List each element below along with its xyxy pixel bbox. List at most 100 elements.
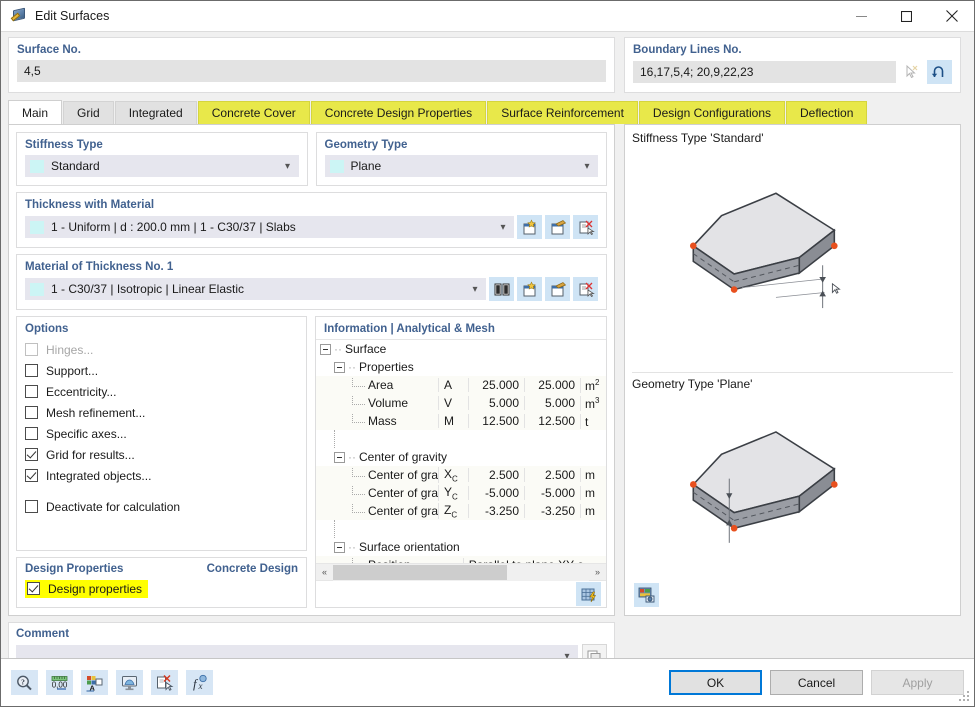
- row-value-1: 5.000: [468, 396, 524, 410]
- view-settings-icon[interactable]: [116, 670, 143, 695]
- options-group: Options Hinges... Support...: [16, 316, 307, 551]
- reverse-orientation-icon[interactable]: [927, 60, 952, 84]
- collapse-icon[interactable]: [334, 362, 345, 373]
- formula-parameters-icon[interactable]: f x: [186, 670, 213, 695]
- tab-main[interactable]: Main: [8, 100, 62, 124]
- row-unit: m: [585, 486, 595, 500]
- tree-group-center-of-gravity[interactable]: ·· Center of gravity: [316, 448, 606, 466]
- edit-material-icon[interactable]: [545, 277, 570, 301]
- new-thickness-icon[interactable]: [517, 215, 542, 239]
- material-value: 1 - C30/37 | Isotropic | Linear Elastic: [51, 282, 467, 296]
- dialog-footer: ? 0,00: [1, 658, 974, 706]
- chevron-down-icon: ▾: [280, 161, 296, 172]
- surface-no-input[interactable]: 4,5: [17, 60, 606, 82]
- option-deactivate-for-calculation[interactable]: Deactivate for calculation: [25, 496, 298, 517]
- boundary-lines-input[interactable]: 16,17,5,4; 20,9,22,23: [633, 61, 896, 83]
- table-row[interactable]: Center of gravity XC 2.500 2.500 m: [316, 466, 606, 484]
- row-value-1: -5.000: [468, 486, 524, 500]
- options-info-row: Options Hinges... Support...: [16, 316, 607, 608]
- edit-thickness-icon[interactable]: [545, 215, 570, 239]
- row-value-2: 25.000: [524, 378, 580, 392]
- cancel-button[interactable]: Cancel: [770, 670, 863, 695]
- information-label: Information | Analytical & Mesh: [316, 317, 606, 339]
- comment-label: Comment: [16, 628, 607, 640]
- scroll-right-arrow-icon[interactable]: »: [589, 564, 606, 581]
- option-hinges[interactable]: Hinges...: [25, 339, 298, 360]
- row-symbol: A: [444, 378, 452, 392]
- tree-group-properties[interactable]: ·· Properties: [316, 358, 606, 376]
- maximize-button[interactable]: [884, 1, 929, 32]
- pick-boundary-lines-icon[interactable]: [899, 60, 924, 84]
- option-mesh-refinement[interactable]: Mesh refinement...: [25, 402, 298, 423]
- row-value-1: 12.500: [468, 414, 524, 428]
- tree-group-surface[interactable]: ·· Surface: [316, 340, 606, 358]
- concrete-design-label: Concrete Design: [207, 563, 298, 575]
- top-fields-row: Surface No. 4,5 Boundary Lines No. 16,17…: [1, 32, 974, 93]
- close-button[interactable]: [929, 1, 974, 32]
- scrollbar-track[interactable]: [333, 564, 589, 581]
- row-unit: m: [585, 468, 595, 482]
- render-settings-button[interactable]: [634, 583, 659, 607]
- geometry-type-group: Geometry Type Plane ▾: [316, 132, 608, 186]
- render-settings-icon[interactable]: [634, 583, 659, 607]
- delete-thickness-icon[interactable]: [573, 215, 598, 239]
- table-row[interactable]: Center of gravity YC -5.000 -5.000 m: [316, 484, 606, 502]
- information-horizontal-scrollbar[interactable]: « »: [316, 563, 606, 580]
- delete-material-icon[interactable]: [573, 277, 598, 301]
- information-group: Information | Analytical & Mesh ·· Surfa…: [315, 316, 607, 608]
- table-row[interactable]: Center of gravity ZC -3.250 -3.250 m: [316, 502, 606, 520]
- scroll-left-arrow-icon[interactable]: «: [316, 564, 333, 581]
- option-grid-for-results[interactable]: Grid for results...: [25, 444, 298, 465]
- minimize-button[interactable]: [839, 1, 884, 32]
- ok-button[interactable]: OK: [669, 670, 762, 695]
- tab-concrete-design-properties[interactable]: Concrete Design Properties: [311, 101, 486, 124]
- tab-grid[interactable]: Grid: [63, 101, 114, 124]
- info-table-icon[interactable]: [576, 582, 601, 606]
- help-search-icon[interactable]: ?: [11, 670, 38, 695]
- option-specific-axes[interactable]: Specific axes...: [25, 423, 298, 444]
- stiffness-type-select[interactable]: Standard ▾: [25, 155, 299, 177]
- thickness-select[interactable]: 1 - Uniform | d : 200.0 mm | 1 - C30/37 …: [25, 216, 514, 238]
- resize-grip[interactable]: [959, 691, 971, 703]
- table-row[interactable]: Mass M 12.500 12.500 t: [316, 412, 606, 430]
- row-unit: m: [585, 379, 595, 393]
- display-properties-icon[interactable]: A: [81, 670, 108, 695]
- collapse-icon[interactable]: [334, 542, 345, 553]
- collapse-icon[interactable]: [334, 452, 345, 463]
- tab-deflection[interactable]: Deflection: [786, 101, 867, 124]
- tab-design-configurations[interactable]: Design Configurations: [639, 101, 785, 124]
- dialog-content: Surface No. 4,5 Boundary Lines No. 16,17…: [1, 32, 974, 706]
- window-controls: [839, 1, 974, 32]
- tree-label: Properties: [359, 360, 414, 374]
- option-eccentricity[interactable]: Eccentricity...: [25, 381, 298, 402]
- tree-group-surface-orientation[interactable]: ·· Surface orientation: [316, 538, 606, 556]
- preview-canvas[interactable]: [632, 393, 953, 609]
- table-row[interactable]: Area A 25.000 25.000 m2: [316, 376, 606, 394]
- units-decimals-icon[interactable]: 0,00: [46, 670, 73, 695]
- option-label: Deactivate for calculation: [46, 500, 180, 514]
- geometry-type-label: Geometry Type: [325, 139, 599, 151]
- tab-integrated[interactable]: Integrated: [115, 101, 197, 124]
- stiffness-type-label: Stiffness Type: [25, 139, 299, 151]
- design-properties-checkbox-row[interactable]: Design properties: [25, 578, 298, 599]
- option-support[interactable]: Support...: [25, 360, 298, 381]
- information-tree[interactable]: ·· Surface ·· Properties: [316, 339, 606, 563]
- tab-surface-reinforcement[interactable]: Surface Reinforcement: [487, 101, 638, 124]
- delete-object-icon[interactable]: [151, 670, 178, 695]
- tree-blank-row: [316, 520, 606, 538]
- option-integrated-objects[interactable]: Integrated objects...: [25, 465, 298, 486]
- geometry-type-select[interactable]: Plane ▾: [325, 155, 599, 177]
- row-symbol: X: [444, 467, 452, 481]
- material-library-icon[interactable]: [489, 277, 514, 301]
- material-select[interactable]: 1 - C30/37 | Isotropic | Linear Elastic …: [25, 278, 486, 300]
- row-label: Center of gravity: [368, 486, 438, 500]
- design-properties-checkbox-label: Design properties: [48, 582, 142, 596]
- collapse-icon[interactable]: [320, 344, 331, 355]
- table-row[interactable]: Volume V 5.000 5.000 m3: [316, 394, 606, 412]
- scrollbar-thumb[interactable]: [333, 565, 507, 580]
- new-material-icon[interactable]: [517, 277, 542, 301]
- tab-concrete-cover[interactable]: Concrete Cover: [198, 101, 310, 124]
- preview-canvas[interactable]: [632, 147, 953, 368]
- apply-button[interactable]: Apply: [871, 670, 964, 695]
- table-row[interactable]: Position Parallel to plane XY o: [316, 556, 606, 563]
